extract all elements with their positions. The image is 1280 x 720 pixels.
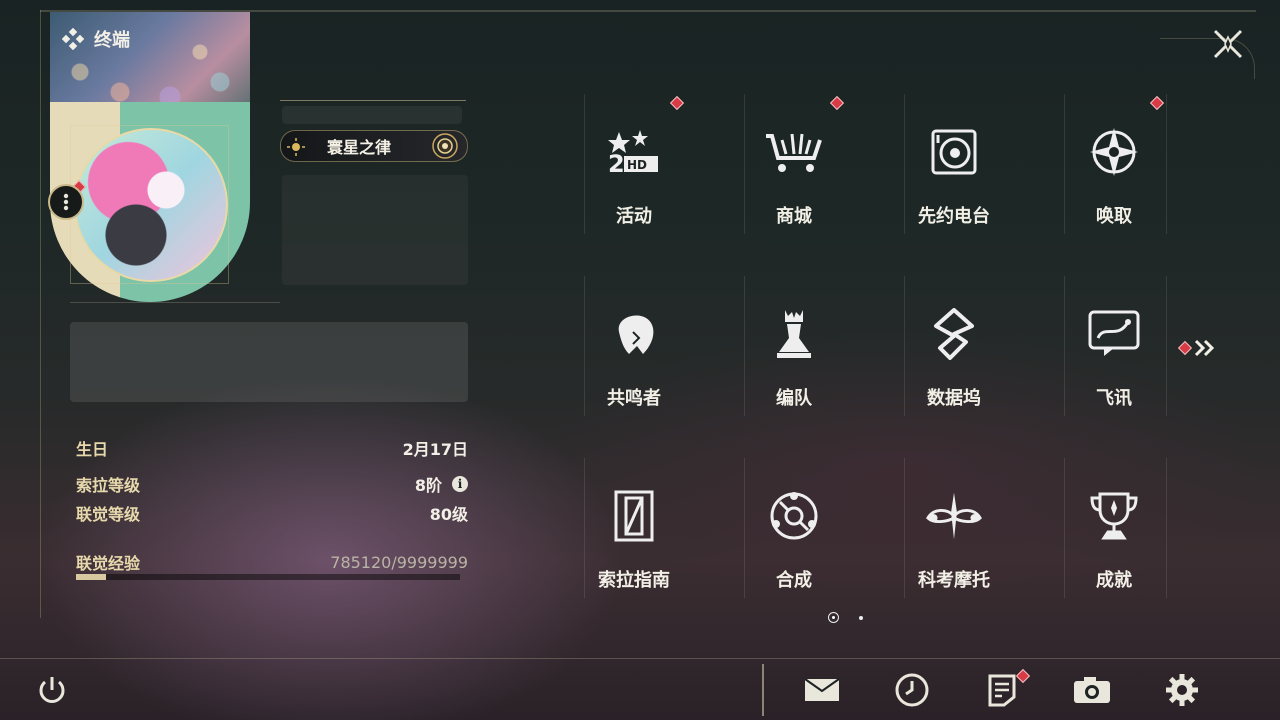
motorcycle-icon: [924, 486, 984, 546]
menu-item-label: 编队: [776, 388, 812, 409]
birthday-row: 生日 2月17日: [76, 436, 468, 460]
radio-icon: [924, 122, 984, 182]
menu-item-label: 活动: [616, 206, 652, 227]
bottom-bar-divider: [0, 658, 1280, 659]
menu-cell-divider: [1166, 458, 1167, 598]
page-dot[interactable]: [859, 615, 863, 620]
clock-icon: [895, 673, 929, 707]
menu-item-5[interactable]: 共鸣者: [584, 276, 744, 436]
profile-divider: [70, 302, 280, 303]
menu-item-label: 先约电台: [918, 206, 990, 227]
menu-item-4[interactable]: 唤取: [1064, 94, 1224, 254]
frame-left-line: [40, 10, 41, 618]
page-dot-active[interactable]: [828, 612, 839, 623]
notification-badge: [1149, 95, 1165, 111]
menu-item-12[interactable]: 成就: [1064, 458, 1224, 618]
shop-cart-icon: [764, 122, 824, 182]
more-vertical-icon: [63, 193, 69, 211]
page-title: 终端: [62, 26, 130, 52]
sola-level-label: 索拉等级: [76, 476, 141, 495]
guide-icon: [604, 486, 664, 546]
power-icon: [39, 677, 65, 703]
orb-emblem-icon: [432, 133, 458, 159]
synthesis-icon: [764, 486, 824, 546]
menu-item-label: 唤取: [1096, 206, 1132, 227]
settings-button[interactable]: [1160, 668, 1204, 712]
menu-cell-divider: [1166, 94, 1167, 234]
union-exp-label: 联觉经验: [76, 554, 141, 573]
player-name-blurred: [282, 106, 462, 124]
menu-item-label: 成就: [1096, 570, 1132, 591]
menu-item-9[interactable]: 索拉指南: [584, 458, 744, 618]
notes-icon: [988, 674, 1016, 707]
avatar[interactable]: [74, 128, 228, 282]
menu-item-6[interactable]: 编队: [744, 276, 904, 436]
union-level-value: 80级: [429, 505, 468, 524]
menu-item-label: 科考摩托: [918, 570, 990, 591]
menu-item-7[interactable]: 数据坞: [904, 276, 1064, 436]
menu-item-label: 飞讯: [1096, 388, 1132, 409]
menu-item-2[interactable]: 商城: [744, 94, 904, 254]
menu-item-label: 数据坞: [927, 388, 981, 409]
close-icon: [1213, 29, 1243, 59]
resonator-icon: [604, 304, 664, 364]
signature-blurred: [282, 175, 468, 285]
notification-badge: [829, 95, 845, 111]
bottom-separator: [762, 664, 764, 716]
convene-compass-icon: [1084, 122, 1144, 182]
union-exp-value: 785120/9999999: [330, 552, 468, 572]
menu-item-3[interactable]: 先约电台: [904, 94, 1064, 254]
union-level-row: 联觉等级 80级: [76, 501, 468, 525]
mail-button[interactable]: [800, 668, 844, 712]
menu-item-label: 商城: [776, 206, 812, 227]
event-icon: 2 HD: [604, 122, 664, 182]
union-exp-track: [76, 574, 460, 580]
close-button[interactable]: [1206, 22, 1250, 66]
notification-badge: [669, 95, 685, 111]
mail-icon: [804, 678, 840, 701]
bio-blurred: [70, 322, 468, 402]
title-badge[interactable]: 寰星之律: [280, 130, 468, 162]
terminal-diamond-icon: [62, 28, 84, 50]
name-divider: [280, 100, 466, 101]
menu-item-11[interactable]: 科考摩托: [904, 458, 1064, 618]
team-chess-icon: [764, 304, 824, 364]
history-button[interactable]: [890, 668, 934, 712]
info-icon[interactable]: i: [452, 476, 468, 492]
notes-badge: [1015, 668, 1031, 684]
menu-item-label: 合成: [776, 570, 812, 591]
next-page-button[interactable]: [1177, 338, 1216, 358]
notes-button[interactable]: [980, 668, 1031, 712]
camera-icon: [1074, 677, 1110, 703]
title-badge-text: 寰星之律: [327, 138, 392, 157]
sun-emblem-icon: [287, 138, 305, 156]
trophy-icon: [1084, 486, 1144, 546]
birthday-label: 生日: [76, 440, 109, 459]
next-page-badge: [1177, 340, 1193, 356]
menu-item-1[interactable]: 2 HD 活动: [584, 94, 744, 254]
camera-button[interactable]: [1070, 668, 1114, 712]
double-chevron-right-icon: [1194, 339, 1215, 357]
svg-text:HD: HD: [627, 158, 647, 172]
page-title-text: 终端: [94, 30, 130, 51]
pagination: [828, 612, 863, 623]
message-icon: [1084, 304, 1144, 364]
union-exp-row: 联觉经验 785120/9999999: [76, 550, 468, 574]
power-button[interactable]: [30, 668, 74, 712]
settings-icon: [1166, 674, 1198, 706]
svg-text:2: 2: [608, 150, 625, 178]
union-exp-progress-fill: [76, 574, 106, 580]
menu-item-10[interactable]: 合成: [744, 458, 904, 618]
menu-cell-divider: [1166, 276, 1167, 416]
menu-item-label: 共鸣者: [607, 388, 661, 409]
sola-level-row: 索拉等级 8阶 i: [76, 472, 468, 496]
menu-item-label: 索拉指南: [598, 570, 670, 591]
more-options-button[interactable]: [48, 184, 84, 220]
union-level-label: 联觉等级: [76, 505, 141, 524]
birthday-value: 2月17日: [402, 440, 468, 459]
sola-level-value: 8阶: [414, 476, 442, 495]
data-bank-icon: [924, 304, 984, 364]
